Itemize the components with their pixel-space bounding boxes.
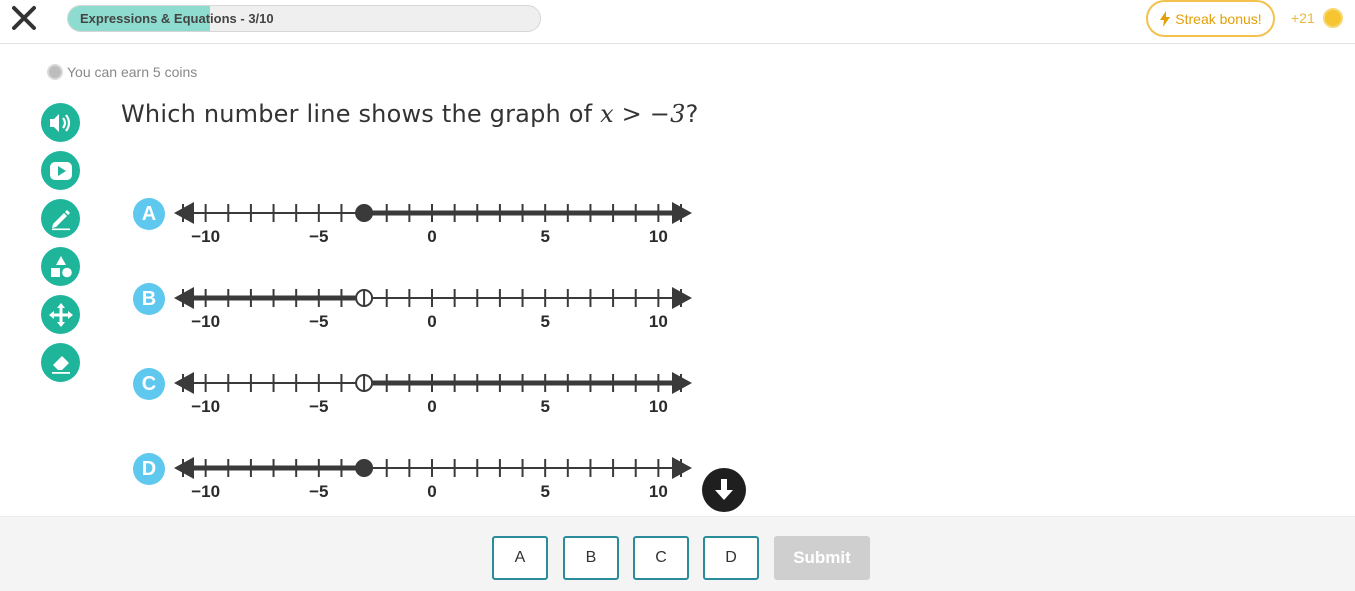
number-line-c: −10 −5 0 5 10 xyxy=(174,372,692,416)
tick-label: −10 xyxy=(191,227,220,246)
tick-label: 5 xyxy=(540,397,549,416)
pencil-icon xyxy=(51,209,70,230)
audio-icon xyxy=(49,113,70,132)
streak-bonus-label: Streak bonus! xyxy=(1175,10,1262,27)
progress-label: Expressions & Equations - 3/10 xyxy=(80,11,274,26)
arrow-down-icon xyxy=(715,479,733,500)
question-math: x > −3 xyxy=(600,100,686,128)
tick-label: −10 xyxy=(191,482,220,501)
answer-options: A −10 −5 0 5 10 B −10 −5 0 5 10 C −10 −5 0 5 10 D −10 −5 0 5 10 xyxy=(130,195,700,535)
pencil-button[interactable] xyxy=(41,199,80,238)
option-label-b[interactable]: B xyxy=(133,283,165,315)
tick-label: −10 xyxy=(191,397,220,416)
answer-button-d[interactable]: D xyxy=(703,536,759,580)
number-line-d: −10 −5 0 5 10 xyxy=(174,457,692,501)
option-label-d[interactable]: D xyxy=(133,453,165,485)
audio-button[interactable] xyxy=(41,103,80,142)
coin-count: +21 xyxy=(1291,10,1315,26)
tick-label: −10 xyxy=(191,312,220,331)
answer-button-a[interactable]: A xyxy=(492,536,548,580)
submit-button[interactable]: Submit xyxy=(774,536,870,580)
tick-label: −5 xyxy=(309,312,328,331)
close-button[interactable] xyxy=(8,2,40,34)
number-line-a: −10 −5 0 5 10 xyxy=(174,202,692,246)
number-line-b: −10 −5 0 5 10 xyxy=(174,287,692,331)
coin-gray-icon xyxy=(47,64,63,80)
closed-point xyxy=(355,459,374,477)
move-icon xyxy=(48,302,73,327)
tick-label: 0 xyxy=(427,397,436,416)
tick-label: 10 xyxy=(649,312,668,331)
earn-coins-note: You can earn 5 coins xyxy=(47,64,197,80)
tick-label: 10 xyxy=(649,227,668,246)
progress-bar: Expressions & Equations - 3/10 xyxy=(67,5,541,32)
tick-label: 5 xyxy=(540,312,549,331)
option-row-c: C −10 −5 0 5 10 xyxy=(130,365,700,450)
tick-label: −5 xyxy=(309,482,328,501)
video-icon xyxy=(49,161,72,180)
question-prefix: Which number line shows the graph of xyxy=(121,100,601,128)
tick-label: 0 xyxy=(427,227,436,246)
eraser-icon xyxy=(51,355,70,374)
eraser-button[interactable] xyxy=(41,343,80,382)
option-label-c[interactable]: C xyxy=(133,368,165,400)
earn-coins-text: You can earn 5 coins xyxy=(67,64,198,80)
coin-icon xyxy=(1322,8,1343,28)
move-button[interactable] xyxy=(41,295,80,334)
tool-sidebar xyxy=(41,103,81,391)
answer-button-c[interactable]: C xyxy=(633,536,689,580)
option-row-b: B −10 −5 0 5 10 xyxy=(130,280,700,365)
shapes-button[interactable] xyxy=(41,247,80,286)
tick-label: 5 xyxy=(540,227,549,246)
close-icon xyxy=(12,6,36,30)
coin-counter: +21 xyxy=(1291,8,1343,28)
answer-button-b[interactable]: B xyxy=(563,536,619,580)
question-suffix: ? xyxy=(685,100,699,128)
answer-footer: A B C D Submit xyxy=(0,516,1355,591)
closed-point xyxy=(355,204,374,222)
lightning-icon xyxy=(1160,10,1171,27)
tick-label: 0 xyxy=(427,482,436,501)
tick-label: 5 xyxy=(540,482,549,501)
question-text: Which number line shows the graph of x >… xyxy=(121,100,699,128)
scroll-down-button[interactable] xyxy=(702,468,746,512)
tick-label: 10 xyxy=(649,397,668,416)
tick-label: −5 xyxy=(309,397,328,416)
tick-label: 10 xyxy=(649,482,668,501)
streak-bonus-button[interactable]: Streak bonus! xyxy=(1146,0,1275,37)
video-button[interactable] xyxy=(41,151,80,190)
option-row-a: A −10 −5 0 5 10 xyxy=(130,195,700,280)
tick-label: 0 xyxy=(427,312,436,331)
top-bar: Expressions & Equations - 3/10 Streak bo… xyxy=(0,0,1355,44)
option-label-a[interactable]: A xyxy=(133,198,165,230)
shapes-icon xyxy=(50,255,72,277)
tick-label: −5 xyxy=(309,227,328,246)
